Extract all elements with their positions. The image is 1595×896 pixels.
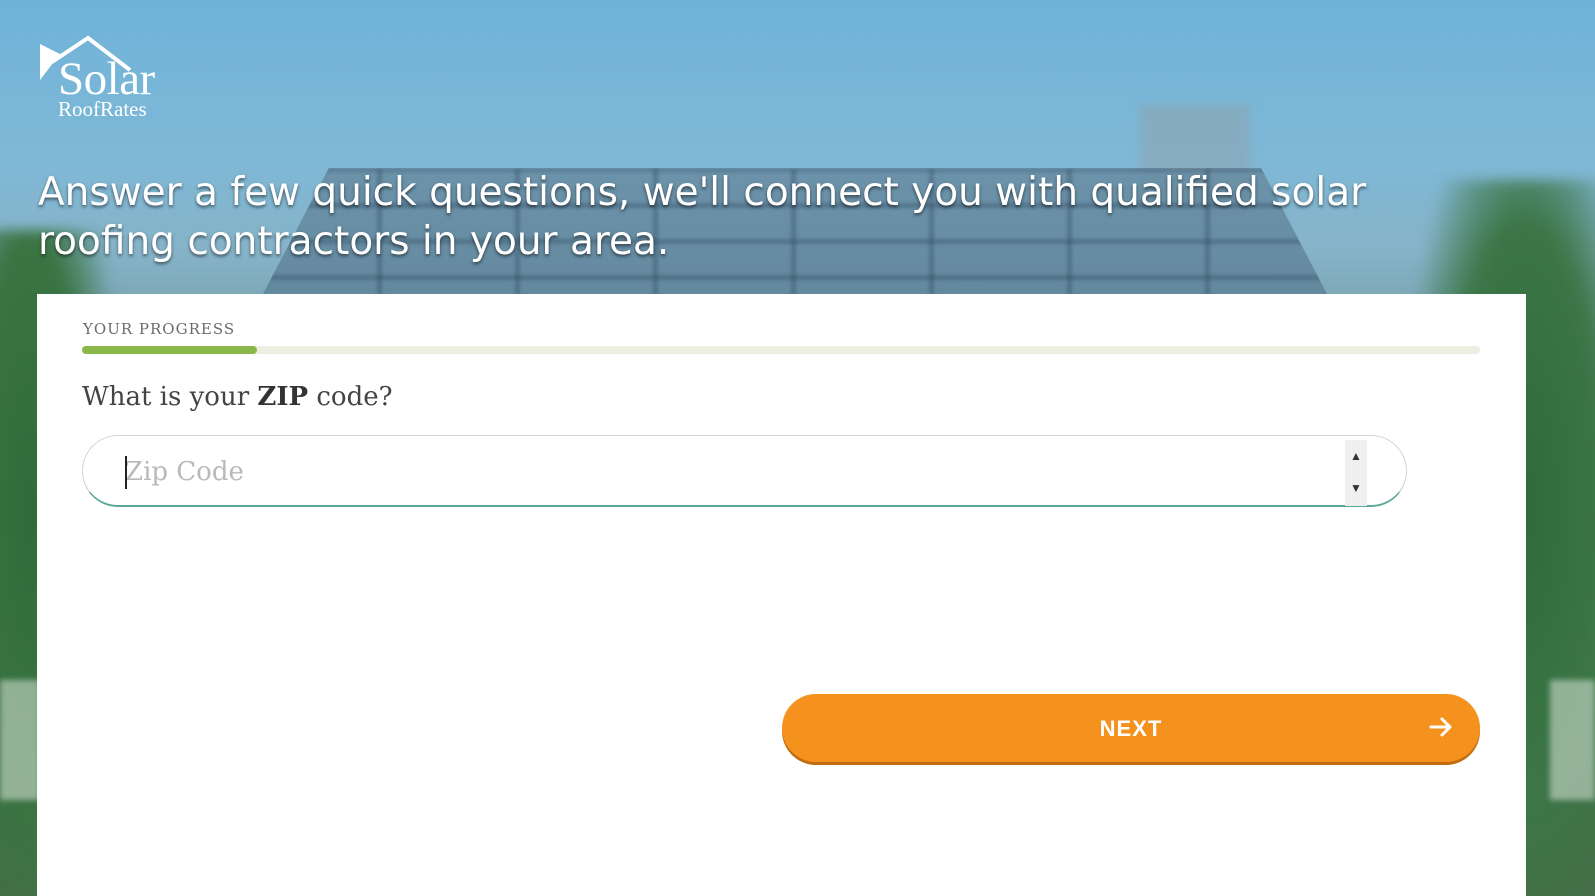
question-prefix: What is your — [82, 382, 258, 412]
next-button[interactable]: NEXT — [782, 694, 1480, 762]
arrow-right-icon — [1429, 717, 1452, 737]
spinner-up-icon[interactable]: ▲ — [1347, 442, 1365, 470]
zip-number-spinner[interactable]: ▲ ▼ — [1345, 440, 1367, 506]
background-fence-left — [0, 680, 40, 800]
progress-label: YOUR PROGRESS — [83, 320, 236, 338]
spinner-down-icon[interactable]: ▼ — [1347, 474, 1365, 502]
page-headline: Answer a few quick questions, we'll conn… — [38, 170, 1367, 264]
question-emphasis: ZIP — [257, 382, 309, 412]
text-cursor — [125, 456, 127, 489]
zip-field-wrapper: ▲ ▼ — [82, 435, 1407, 507]
progress-bar-fill — [82, 346, 257, 354]
brand-name-main: Solar — [58, 53, 155, 105]
background-fence-right — [1550, 680, 1595, 800]
question-text: What is your ZIP code? — [82, 382, 393, 412]
brand-logo[interactable]: Solar RoofRates — [38, 34, 188, 129]
brand-name-sub: RoofRates — [58, 97, 147, 121]
zip-code-input[interactable] — [123, 450, 1327, 494]
form-card: YOUR PROGRESS What is your ZIP code? ▲ ▼… — [37, 294, 1526, 896]
progress-bar — [82, 346, 1480, 354]
question-suffix: code? — [308, 382, 393, 412]
next-button-label: NEXT — [1099, 716, 1163, 741]
